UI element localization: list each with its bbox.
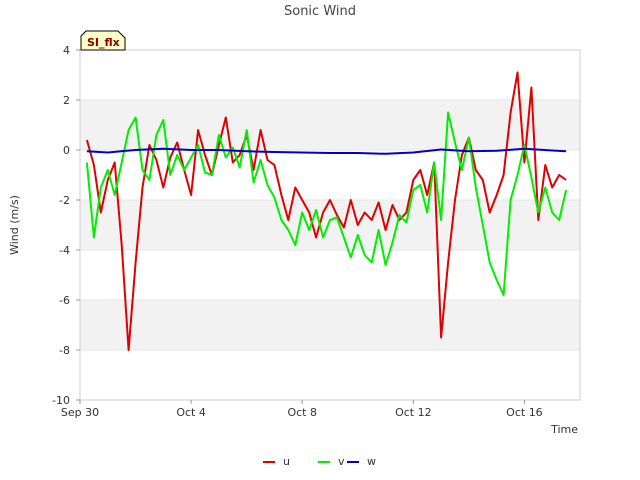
x-axis-title: Time <box>550 423 578 436</box>
legend-label-u: u <box>283 455 290 468</box>
x-axis-ticks: Sep 30 Oct 4 Oct 8 Oct 12 Oct 16 <box>61 400 543 419</box>
station-badge-label: SI_flx <box>87 36 120 49</box>
x-tick-label: Sep 30 <box>61 406 99 419</box>
x-tick-label: Oct 8 <box>287 406 317 419</box>
legend-label-v: v <box>338 455 345 468</box>
x-tick-label: Oct 12 <box>395 406 432 419</box>
sonic-wind-chart: Sonic Wind -10-8-6-4-2024 Sep 30 Oct 4 Oct… <box>8 4 581 468</box>
y-tick-label: -4 <box>59 244 70 257</box>
grid-band <box>80 300 580 350</box>
x-tick-label: Oct 4 <box>176 406 206 419</box>
station-badge: SI_flx <box>80 30 126 51</box>
y-tick-label: -2 <box>59 194 70 207</box>
y-tick-label: -8 <box>59 344 70 357</box>
y-axis-ticks: -10-8-6-4-2024 <box>52 44 80 407</box>
chart-title: Sonic Wind <box>284 4 356 19</box>
y-tick-label: -6 <box>59 294 70 307</box>
grid-bands <box>80 49 580 401</box>
y-tick-label: 0 <box>63 144 70 157</box>
legend-label-w: w <box>367 455 376 468</box>
legend: u v w <box>263 455 376 468</box>
y-axis-title: Wind (m/s) <box>8 195 21 255</box>
y-tick-label: 4 <box>63 44 70 57</box>
x-tick-label: Oct 16 <box>506 406 543 419</box>
y-tick-label: 2 <box>63 94 70 107</box>
grid-band <box>80 200 580 250</box>
